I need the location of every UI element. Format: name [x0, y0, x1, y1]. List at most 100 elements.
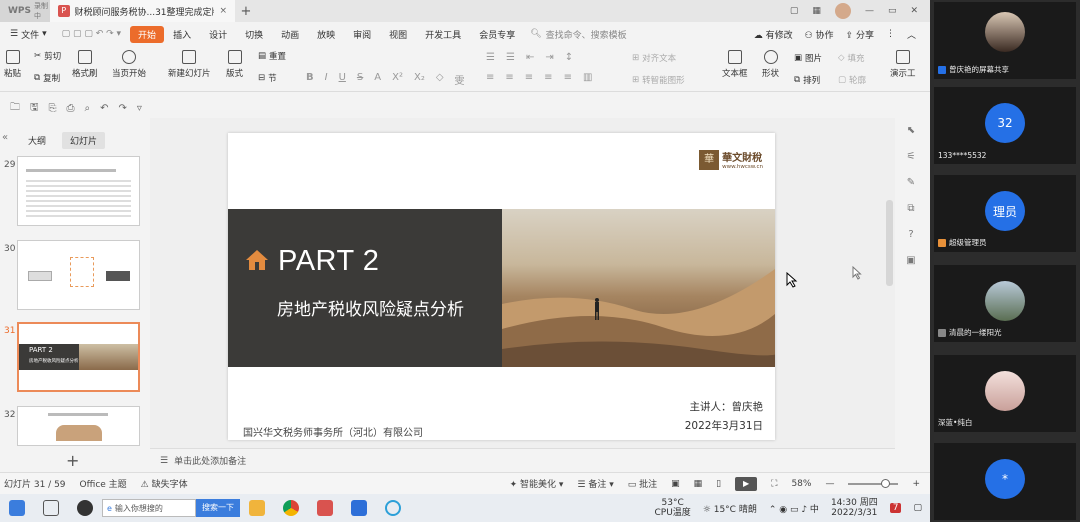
- indent-decrease-icon[interactable]: ⇤: [526, 52, 534, 63]
- zoom-out-icon[interactable]: —: [825, 479, 834, 489]
- fit-screen-icon[interactable]: ⛶: [771, 479, 777, 489]
- command-search[interactable]: 🔍︎ 查找命令、搜索模板: [524, 28, 626, 41]
- modified-button[interactable]: ☁ 有修改: [754, 28, 793, 41]
- participant-tile[interactable]: *: [934, 443, 1076, 520]
- collapse-ribbon-icon[interactable]: ︿: [907, 28, 916, 41]
- save-icon[interactable]: 🖫: [30, 100, 39, 117]
- presenter-button[interactable]: 演示工: [890, 50, 916, 79]
- show-desktop-icon[interactable]: ▢: [913, 503, 922, 513]
- superscript-icon[interactable]: X²: [392, 72, 403, 87]
- participant-tile[interactable]: 曾庆艳的屏幕共享: [934, 2, 1076, 79]
- start-menu-icon[interactable]: [9, 500, 25, 516]
- arrange-button[interactable]: ⧉ 排列: [794, 74, 820, 86]
- bold-icon[interactable]: B: [306, 72, 314, 87]
- export-icon[interactable]: ⎘: [49, 103, 57, 114]
- file-explorer-icon[interactable]: [249, 500, 265, 516]
- align-center-icon[interactable]: ≡: [505, 72, 513, 83]
- slide-thumbnail[interactable]: [17, 156, 140, 226]
- font-color-icon[interactable]: A: [374, 72, 381, 87]
- slide-thumbnail-selected[interactable]: PART 2 房地产税收风险疑点分析: [17, 322, 140, 392]
- collapse-panel-icon[interactable]: «: [2, 132, 8, 143]
- from-current-button[interactable]: 当页开始: [112, 50, 146, 79]
- comment-button[interactable]: ▭ 批注: [628, 477, 657, 490]
- close-window-icon[interactable]: ✕: [910, 6, 918, 16]
- redo-icon[interactable]: ↷: [119, 103, 127, 114]
- share-button[interactable]: ⇪ 分享: [846, 28, 874, 41]
- picture-button[interactable]: ▣ 图片: [794, 52, 822, 64]
- copy-tool-icon[interactable]: ⧉: [907, 203, 914, 214]
- new-slide-button[interactable]: 新建幻灯片: [168, 50, 211, 79]
- participant-tile[interactable]: 理员 超级管理员: [934, 175, 1076, 252]
- cut-button[interactable]: ✂ 剪切: [34, 50, 61, 62]
- tab-insert[interactable]: 插入: [164, 28, 200, 41]
- preview-icon[interactable]: ⌕: [85, 103, 91, 114]
- maximize-icon[interactable]: ▭: [888, 6, 897, 16]
- help-icon[interactable]: ?: [908, 229, 913, 240]
- file-menu[interactable]: ☰ 文件 ▾: [4, 28, 53, 41]
- grid-icon[interactable]: ▦: [812, 6, 821, 16]
- notification-badge[interactable]: 7: [889, 503, 902, 513]
- pin-icon[interactable]: ✎: [907, 177, 915, 188]
- close-tab-icon[interactable]: ×: [219, 6, 227, 16]
- slide-thumbnail[interactable]: [17, 240, 140, 310]
- align-text-button[interactable]: ⊞ 对齐文本: [632, 52, 676, 64]
- tab-view[interactable]: 视图: [380, 28, 416, 41]
- italic-icon[interactable]: I: [325, 72, 328, 87]
- notes-bar[interactable]: ☰ 单击此处添加备注: [150, 448, 895, 472]
- customize-icon[interactable]: ▿: [137, 103, 142, 114]
- subscript-icon[interactable]: X₂: [414, 72, 425, 87]
- char-spacing-icon[interactable]: 雯: [455, 72, 465, 87]
- taskbar-search-button[interactable]: 搜索一下: [196, 499, 240, 517]
- distribute-icon[interactable]: ≡: [564, 72, 572, 83]
- zoom-in-icon[interactable]: +: [912, 479, 920, 489]
- participant-tile[interactable]: 清晨的一缕阳光: [934, 265, 1076, 342]
- new-tab-button[interactable]: +: [235, 4, 257, 19]
- column-icon[interactable]: ▥: [583, 72, 592, 83]
- participant-tile[interactable]: 32 133****5532: [934, 87, 1076, 164]
- section-button[interactable]: ⊟ 节: [258, 72, 277, 84]
- tab-design[interactable]: 设计: [200, 28, 236, 41]
- strikethrough-icon[interactable]: S: [357, 72, 363, 87]
- slide-thumbnail[interactable]: [17, 406, 140, 446]
- tab-slides[interactable]: 幻灯片: [62, 132, 106, 149]
- line-spacing-icon[interactable]: ↕: [565, 52, 573, 63]
- fill-button[interactable]: ◇ 填充: [838, 52, 865, 64]
- tab-start[interactable]: 开始: [130, 25, 165, 43]
- gallery-icon[interactable]: ▣: [906, 255, 915, 266]
- weather[interactable]: ☼ 15°C 晴朗: [703, 502, 757, 515]
- more-icon[interactable]: ⋮: [886, 29, 895, 39]
- wps-home-tab[interactable]: WPS 录制中: [0, 0, 50, 22]
- meeting-app-icon[interactable]: [351, 500, 367, 516]
- justify-icon[interactable]: ≡: [544, 72, 552, 83]
- reading-view-icon[interactable]: ▯: [716, 479, 721, 489]
- task-view-icon[interactable]: [43, 500, 59, 516]
- copy-button[interactable]: ⧉ 复制: [34, 72, 60, 84]
- layout-button[interactable]: 版式: [226, 50, 243, 79]
- collab-button[interactable]: ⚇ 协作: [805, 28, 834, 41]
- tab-slideshow[interactable]: 放映: [308, 28, 344, 41]
- format-painter-button[interactable]: 格式刷: [72, 50, 98, 79]
- paste-button[interactable]: 粘贴: [4, 50, 21, 79]
- zoom-slider[interactable]: [848, 478, 899, 488]
- tray-icons[interactable]: ⌃ ◉ ▭ ♪ 中: [769, 502, 819, 515]
- wps-taskbar-icon[interactable]: [317, 500, 333, 516]
- print-icon[interactable]: ⎙: [67, 103, 75, 114]
- reset-button[interactable]: ▤ 重置: [258, 50, 286, 62]
- textbox-button[interactable]: 文本框: [722, 50, 748, 79]
- smart-beautify-button[interactable]: ✦ 智能美化 ▾: [510, 477, 564, 490]
- app-icon[interactable]: [77, 500, 93, 516]
- slide[interactable]: 華 華文財稅 www.hwcsw.cn PART 2 房地产税收风险疑点分析 主…: [228, 133, 775, 440]
- tab-review[interactable]: 审阅: [344, 28, 380, 41]
- tab-member[interactable]: 会员专享: [470, 28, 524, 41]
- q-app-icon[interactable]: [385, 500, 401, 516]
- layout-icon[interactable]: ▢: [790, 6, 799, 16]
- number-list-icon[interactable]: ☰: [506, 52, 515, 63]
- notes-toggle-button[interactable]: ☰ 备注 ▾: [577, 477, 613, 490]
- align-right-icon[interactable]: ≡: [525, 72, 533, 83]
- clear-format-icon[interactable]: ◇: [436, 72, 444, 87]
- outline-button[interactable]: ▢ 轮廓: [838, 74, 866, 86]
- align-left-icon[interactable]: ≡: [486, 72, 494, 83]
- undo-icon[interactable]: ↶: [100, 103, 108, 114]
- zoom-slider-knob[interactable]: [881, 478, 891, 488]
- taskbar-search-input[interactable]: e 输入你想搜的: [102, 499, 196, 517]
